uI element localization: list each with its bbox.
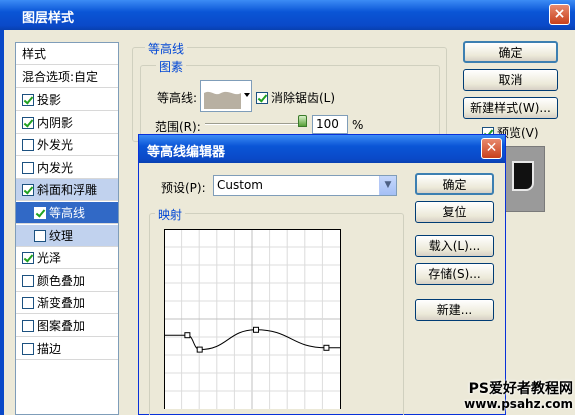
checkbox-icon[interactable] <box>22 184 34 197</box>
checkbox-icon[interactable] <box>22 252 34 265</box>
antialias-checkbox[interactable]: 消除锯齿(L) <box>256 89 335 106</box>
style-item-gradient-overlay[interactable]: 渐变叠加 <box>16 292 118 315</box>
checkbox-icon[interactable] <box>22 274 34 287</box>
curve-control-point[interactable] <box>196 346 203 353</box>
watermark-title: PS爱好者教程网 <box>468 381 573 397</box>
chevron-down-icon[interactable]: ▼ <box>379 176 396 195</box>
style-item-shadow[interactable]: 投影 <box>16 89 118 111</box>
editor-save-button[interactable]: 存储(S)... <box>415 263 494 285</box>
style-item-color-overlay[interactable]: 颜色叠加 <box>16 270 118 292</box>
range-input[interactable]: 100 <box>312 115 348 134</box>
style-item-contour[interactable]: 等高线 <box>16 202 118 224</box>
editor-new-button[interactable]: 新建... <box>415 299 494 321</box>
checkbox-icon[interactable] <box>22 116 34 129</box>
watermark-url: www.psahz.com <box>464 397 573 411</box>
style-item-outer-glow[interactable]: 外发光 <box>16 134 118 157</box>
styles-list: 样式 混合选项:自定 投影内阴影外发光内发光斜面和浮雕等高线纹理光泽颜色叠加渐变… <box>15 42 119 415</box>
ok-button[interactable]: 确定 <box>463 41 558 63</box>
checkbox-icon[interactable] <box>22 320 34 332</box>
style-item-label: 外发光 <box>37 138 74 153</box>
style-item-label: 图案叠加 <box>37 319 86 333</box>
antialias-label: 消除锯齿(L) <box>271 91 336 105</box>
style-item-label: 内阴影 <box>37 115 74 130</box>
style-item-label: 内发光 <box>37 160 74 175</box>
editor-title: 等高线编辑器 <box>147 145 226 160</box>
contour-thumbnail-icon <box>204 91 250 109</box>
preset-value: Custom <box>217 178 263 192</box>
elements-group-title: 图素 <box>156 58 187 75</box>
preset-label: 预设(P): <box>161 181 206 195</box>
styles-header[interactable]: 样式 <box>16 43 118 65</box>
contour-graph[interactable] <box>164 229 342 409</box>
cancel-button[interactable]: 取消 <box>463 69 558 91</box>
style-item-label: 纹理 <box>49 228 74 243</box>
contour-label: 等高线: <box>157 91 198 105</box>
checkbox-icon[interactable] <box>22 139 34 152</box>
window-title-bar: 图层样式 × <box>0 0 575 30</box>
checkbox-icon[interactable] <box>22 342 34 355</box>
style-item-label: 斜面和浮雕 <box>37 183 98 198</box>
editor-reset-button[interactable]: 复位 <box>415 201 494 223</box>
editor-load-button[interactable]: 载入(L)... <box>415 235 494 257</box>
style-item-label: 描边 <box>37 341 62 356</box>
style-item-label: 渐变叠加 <box>37 296 86 311</box>
contour-picker[interactable] <box>200 80 252 112</box>
blend-options-item[interactable]: 混合选项:自定 <box>16 66 118 88</box>
contour-group-title: 等高线 <box>145 40 188 57</box>
left-edge <box>0 30 4 415</box>
preset-select[interactable]: Custom ▼ <box>213 175 397 196</box>
contour-editor-dialog: 等高线编辑器 ✕ 预设(P): Custom ▼ 映射 确定 复位 载入(L).… <box>138 134 506 415</box>
checkbox-icon[interactable] <box>34 207 46 219</box>
new-style-button[interactable]: 新建样式(W)... <box>463 97 558 119</box>
preview-shape-icon <box>512 161 534 191</box>
style-item-bevel-emboss[interactable]: 斜面和浮雕 <box>16 179 118 202</box>
close-icon[interactable]: ✕ <box>481 138 502 159</box>
style-item-pattern-overlay[interactable]: 图案叠加 <box>16 315 118 337</box>
preview-swatch <box>505 146 545 212</box>
curve-control-point[interactable] <box>253 326 260 333</box>
range-label: 范围(R): <box>155 120 201 134</box>
style-item-label: 颜色叠加 <box>37 273 86 288</box>
range-slider-thumb[interactable] <box>298 115 307 127</box>
style-item-texture[interactable]: 纹理 <box>16 224 118 247</box>
editor-title-bar: 等高线编辑器 ✕ <box>139 135 505 163</box>
style-item-satin[interactable]: 光泽 <box>16 247 118 270</box>
range-slider-track[interactable] <box>205 123 305 125</box>
mapping-title: 映射 <box>155 206 186 223</box>
curve-control-point[interactable] <box>184 332 191 339</box>
checkbox-icon[interactable] <box>34 229 46 242</box>
editor-ok-button[interactable]: 确定 <box>415 173 494 195</box>
checkbox-icon[interactable] <box>22 297 34 310</box>
window-title: 图层样式 <box>22 11 75 26</box>
style-item-label: 等高线 <box>49 206 86 220</box>
style-item-label: 光泽 <box>37 251 62 266</box>
curve-control-point[interactable] <box>323 344 330 351</box>
checkbox-icon <box>256 92 268 104</box>
range-unit: % <box>352 118 364 132</box>
style-item-inner-glow[interactable]: 内发光 <box>16 157 118 179</box>
style-item-stroke[interactable]: 描边 <box>16 338 118 360</box>
checkbox-icon[interactable] <box>22 94 34 106</box>
checkbox-icon[interactable] <box>22 161 34 174</box>
style-item-inner-shadow[interactable]: 内阴影 <box>16 112 118 134</box>
style-item-label: 投影 <box>37 93 62 107</box>
close-icon[interactable]: × <box>549 4 570 25</box>
